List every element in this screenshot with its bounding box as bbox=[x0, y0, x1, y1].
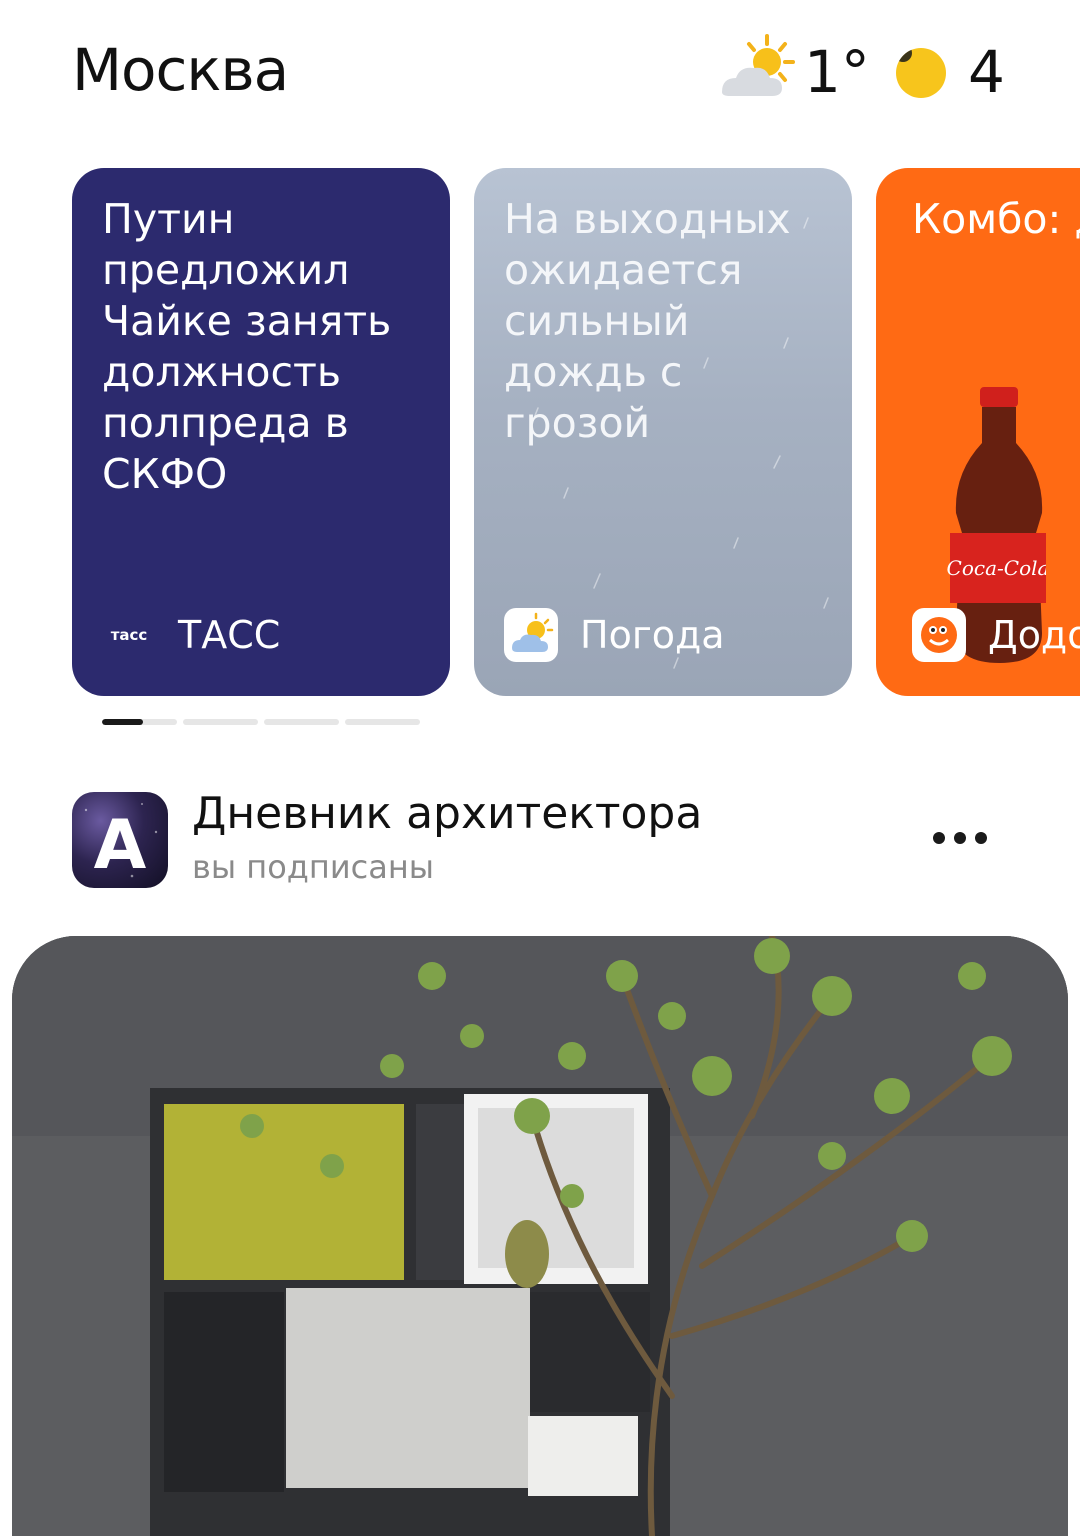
story-source: тасс ТАСС bbox=[102, 608, 281, 662]
story-source-name: Погода bbox=[580, 613, 725, 657]
story-card-tass[interactable]: Путин предложил Чайке занять должность п… bbox=[72, 168, 450, 696]
story-indicator-1 bbox=[102, 719, 177, 725]
story-source: Погода bbox=[504, 608, 725, 662]
traffic-score[interactable]: 4 bbox=[968, 38, 1005, 106]
svg-text:А: А bbox=[94, 806, 147, 885]
weather-app-icon bbox=[504, 608, 558, 662]
story-card-dodo[interactable]: Комбо: две пиццы и напиток Coca-Cola Дод… bbox=[876, 168, 1080, 696]
stories-carousel[interactable]: Путин предложил Чайке занять должность п… bbox=[0, 168, 1080, 698]
story-indicator-fill bbox=[102, 719, 144, 725]
dodo-app-icon bbox=[912, 608, 966, 662]
city-title[interactable]: Москва bbox=[72, 36, 289, 104]
story-indicator-3 bbox=[264, 719, 339, 725]
story-progress-indicators bbox=[102, 719, 420, 725]
partly-cloudy-sun-icon[interactable] bbox=[712, 30, 812, 110]
channel-header[interactable]: А Дневник архитектора вы подписаны bbox=[0, 788, 1080, 898]
channel-title[interactable]: Дневник архитектора bbox=[192, 788, 702, 839]
story-headline: Комбо: две пиццы и напиток bbox=[912, 195, 1080, 243]
story-card-weather[interactable]: На выходных ожидается сильный дождь с гр… bbox=[474, 168, 852, 696]
tass-logo-icon: тасс bbox=[110, 626, 148, 644]
story-indicator-2 bbox=[183, 719, 258, 725]
more-options-icon[interactable] bbox=[922, 818, 998, 858]
temperature-value[interactable]: 1° bbox=[804, 38, 870, 106]
svg-text:Coca-Cola: Coca-Cola bbox=[947, 556, 1046, 580]
story-source-name: ТАСС bbox=[178, 613, 281, 657]
story-source-name: Додо bbox=[988, 613, 1080, 657]
post-image[interactable] bbox=[12, 936, 1068, 1536]
story-headline: Путин предложил Чайке занять должность п… bbox=[102, 195, 392, 498]
story-indicator-4 bbox=[345, 719, 420, 725]
story-source: Додо bbox=[912, 608, 1080, 662]
traffic-icon[interactable] bbox=[896, 48, 946, 98]
channel-avatar[interactable]: А bbox=[72, 792, 168, 888]
top-header: Москва 1° 4 bbox=[0, 0, 1080, 150]
story-headline: На выходных ожидается сильный дождь с гр… bbox=[504, 195, 791, 447]
subscription-status: вы подписаны bbox=[192, 848, 435, 886]
